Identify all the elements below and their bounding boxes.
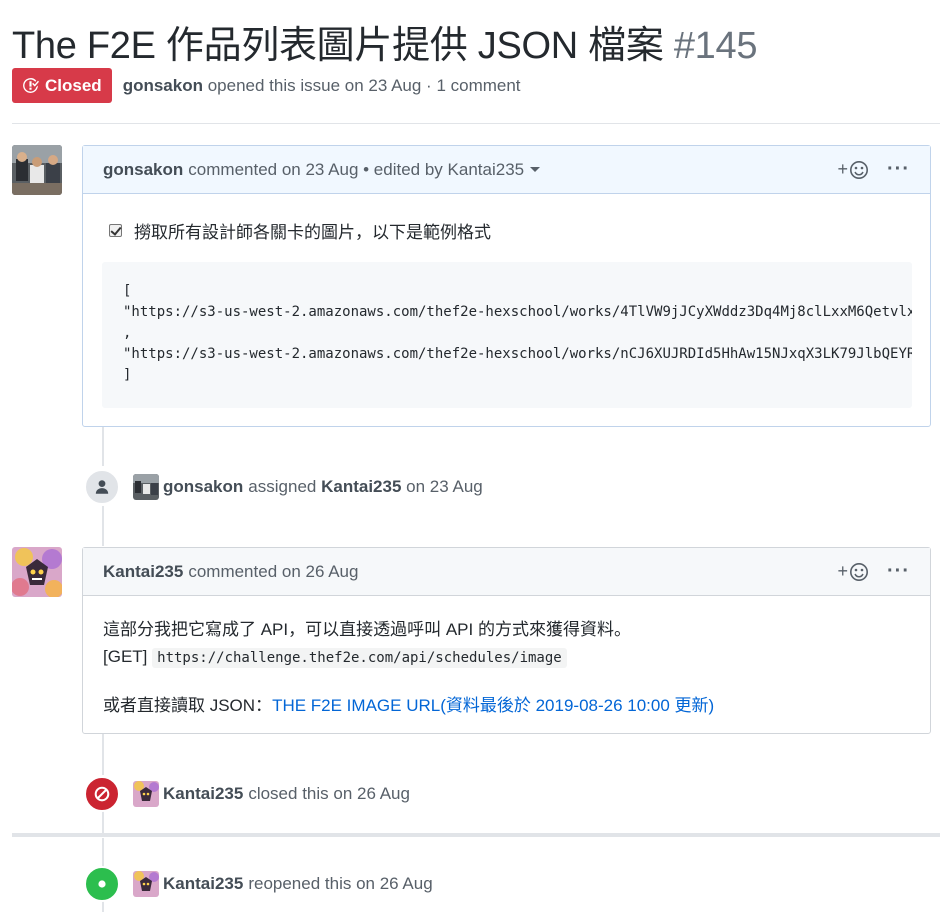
comment-header: gonsakon commented on 23 Aug • edited by… [83, 146, 930, 194]
comment-line: [GET] https://challenge.thef2e.com/api/s… [103, 643, 714, 672]
task-list-item: 撈取所有設計師各關卡的圖片，以下是範例格式 [109, 218, 491, 243]
event-badge [84, 776, 120, 812]
event-actor[interactable]: Kantai235 [163, 874, 243, 894]
issue-title-text: The F2E 作品列表圖片提供 JSON 檔案 [12, 25, 664, 67]
event-text: closed this on 26 Aug [248, 784, 410, 803]
comment-meta[interactable]: commented on 26 Aug [188, 562, 358, 582]
primitive-dot-icon [98, 880, 106, 888]
more-options-icon[interactable]: ··· [887, 560, 910, 583]
kantai235-mini-avatar-image [133, 781, 159, 807]
comment-card: Kantai235 commented on 26 Aug + ··· 這部分我… [82, 547, 931, 734]
event-badge [84, 469, 120, 505]
issue-author-link[interactable]: gonsakon [123, 76, 203, 95]
timeline-line [102, 426, 104, 466]
event-text: reopened this on 26 Aug [248, 874, 433, 893]
task-checkbox[interactable] [109, 224, 122, 237]
issue-opened-line: gonsakon opened this issue on 23 Aug · 1… [123, 76, 521, 96]
event-actor[interactable]: gonsakon [163, 477, 243, 497]
timeline-break-divider [12, 833, 940, 837]
smiley-icon [850, 562, 869, 581]
http-method-label: [GET] [103, 647, 148, 666]
event-assignee[interactable]: Kantai235 [321, 477, 401, 496]
avatar[interactable] [133, 474, 159, 500]
kantai235-mini-avatar-image [133, 871, 159, 897]
event-badge [84, 866, 120, 902]
add-reaction-button[interactable]: + [838, 561, 870, 582]
task-label: 撈取所有設計師各關卡的圖片，以下是範例格式 [134, 223, 491, 242]
avatar[interactable] [133, 871, 159, 897]
timeline-line [102, 506, 104, 546]
comment-line: 或者直接讀取 JSON：THE F2E IMAGE URL(資料最後於 2019… [103, 692, 714, 719]
gonsakon-avatar-image [12, 145, 62, 195]
status-badge: Closed [12, 68, 112, 103]
api-endpoint-code: https://challenge.thef2e.com/api/schedul… [152, 648, 567, 668]
image-url-link[interactable]: THE F2E IMAGE URL(資料最後於 2019-08-26 10:00… [272, 696, 714, 715]
comment-author[interactable]: gonsakon [103, 160, 183, 180]
issue-meta: Closed gonsakon opened this issue on 23 … [12, 68, 521, 103]
kantai235-avatar-image [12, 547, 62, 597]
comment-author[interactable]: Kantai235 [103, 562, 183, 582]
avatar[interactable] [12, 547, 62, 597]
avatar[interactable] [12, 145, 62, 195]
comment-line: 這部分我把它寫成了 API，可以直接透過呼叫 API 的方式來獲得資料。 [103, 620, 631, 639]
event-time[interactable]: on 23 Aug [406, 477, 483, 496]
add-reaction-button[interactable]: + [838, 159, 870, 180]
reaction-plus: + [837, 159, 849, 179]
json-prefix-text: 或者直接讀取 JSON： [103, 696, 273, 715]
smiley-icon [850, 160, 869, 179]
more-options-icon[interactable]: ··· [887, 158, 910, 181]
event-actor[interactable]: Kantai235 [163, 784, 243, 804]
comment-header: Kantai235 commented on 26 Aug + ··· [83, 548, 930, 596]
timeline-line [102, 733, 104, 775]
event-verb: assigned [248, 477, 317, 496]
issue-closed-icon [23, 78, 39, 93]
reaction-plus: + [837, 561, 849, 581]
timeline-event-reopened: Kantai235 reopened this on 26 Aug [84, 864, 433, 904]
comment-body: 這部分我把它寫成了 API，可以直接透過呼叫 API 的方式來獲得資料。 [GE… [103, 616, 714, 719]
gonsakon-mini-avatar-image [133, 474, 159, 500]
comment-meta[interactable]: commented on 23 Aug • edited by Kantai23… [188, 160, 524, 180]
timeline-event-assigned: gonsakon assigned Kantai235 on 23 Aug [84, 467, 483, 507]
edit-history-caret-icon[interactable] [530, 167, 541, 172]
issue-number: #145 [673, 25, 758, 67]
avatar[interactable] [133, 781, 159, 807]
person-icon [95, 480, 109, 494]
header-divider [12, 123, 940, 124]
circle-slash-icon [94, 786, 110, 802]
event-text: assigned Kantai235 on 23 Aug [248, 477, 482, 497]
issue-opened-text: opened this issue on 23 Aug · 1 comment [207, 75, 521, 95]
comment-card: gonsakon commented on 23 Aug • edited by… [82, 145, 931, 427]
status-label: Closed [45, 75, 102, 95]
code-block: [ "https://s3-us-west-2.amazonaws.com/th… [102, 262, 912, 408]
issue-title: The F2E 作品列表圖片提供 JSON 檔案 #145 [12, 14, 757, 69]
timeline-event-closed: Kantai235 closed this on 26 Aug [84, 774, 410, 814]
